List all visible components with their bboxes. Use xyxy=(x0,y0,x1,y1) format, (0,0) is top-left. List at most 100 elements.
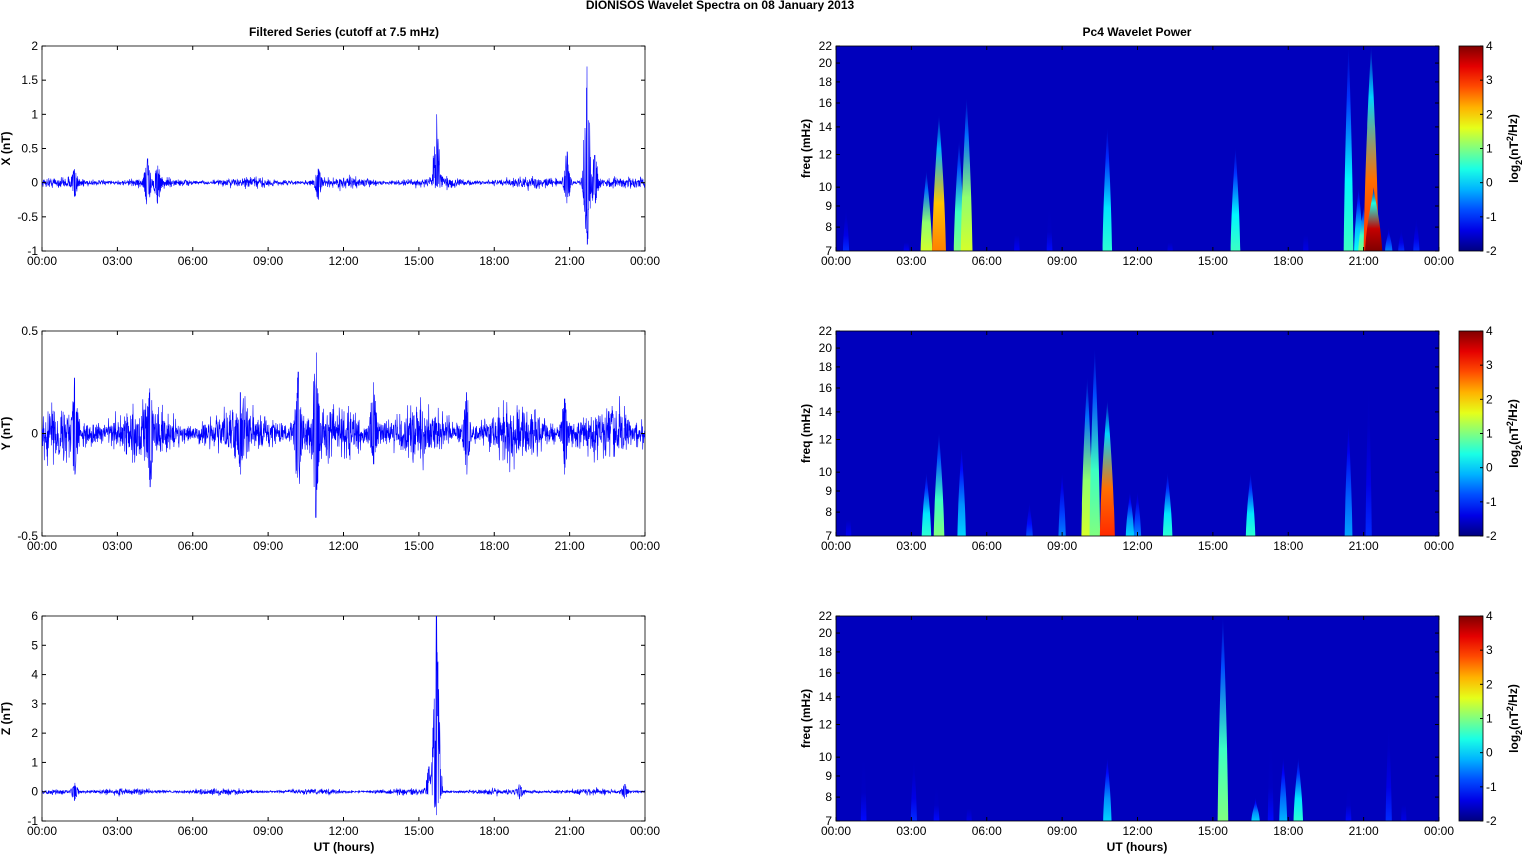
ytick-label: 0 xyxy=(31,427,38,441)
series-xtick-label: 21:00 xyxy=(555,539,585,553)
ytick-label: 10 xyxy=(819,750,833,764)
colorbar xyxy=(1458,615,1484,822)
spectrum-panel-1: 78910121416182022freq (mHz)00:00 03:00 06:… xyxy=(799,39,1524,268)
spectrum-xtick-label: 21:00 xyxy=(1349,254,1379,268)
series-ylabel: Y (nT) xyxy=(0,417,13,451)
series-xtick-label: 09:00 xyxy=(253,824,283,838)
series-xtick-label: 00:00 xyxy=(27,539,57,553)
spectrum-xtick-label: 06:00 xyxy=(972,539,1002,553)
ytick-label: 8 xyxy=(825,505,832,519)
spectrum-xtick-label: 09:00 xyxy=(1047,254,1077,268)
ytick-label: 8 xyxy=(825,790,832,804)
series-xtick-label: 12:00 xyxy=(328,254,358,268)
spectrum-xtick-label: 15:00 xyxy=(1198,824,1228,838)
ytick-label: 14 xyxy=(819,120,833,134)
ytick-label: 22 xyxy=(819,324,833,338)
ytick-label: 18 xyxy=(819,360,833,374)
ytick-label: 20 xyxy=(819,626,833,640)
series-xtick-label: 00:00 xyxy=(27,824,57,838)
spectrum-xtick-label: 21:00 xyxy=(1349,824,1379,838)
colorbar-tick-label: -1 xyxy=(1486,210,1497,224)
colorbar-tick-label: 1 xyxy=(1486,142,1493,156)
colorbar-tick-label: 0 xyxy=(1486,746,1493,760)
spectrum-ylabel: freq (mHz) xyxy=(799,689,813,748)
colorbar-tick-label: 0 xyxy=(1486,176,1493,190)
wavelet-figure: DIONISOS Wavelet Spectra on 08 January 2… xyxy=(0,0,1525,854)
ytick-label: 22 xyxy=(819,39,833,53)
spectrum-xtick-label: 12:00 xyxy=(1122,254,1152,268)
series-xtick-label: 18:00 xyxy=(479,539,509,553)
series-xtick-label: 06:00 xyxy=(178,539,208,553)
colorbar xyxy=(1458,330,1484,537)
ytick-label: -0.5 xyxy=(17,210,38,224)
ytick-label: 20 xyxy=(819,56,833,70)
ytick-label: 5 xyxy=(31,638,38,652)
colorbar-tick-label: 4 xyxy=(1486,39,1493,53)
spectrum-xtick-label: 21:00 xyxy=(1349,539,1379,553)
spectrum-xtick-label: 06:00 xyxy=(972,824,1002,838)
series-panel-y: -0.500.5Y (nT)00:00 03:00 06:00 09:00 12:00 1… xyxy=(0,324,660,553)
spectrum-xtick-label: 15:00 xyxy=(1198,539,1228,553)
colorbar xyxy=(1458,45,1484,252)
ytick-label: 9 xyxy=(825,484,832,498)
left-xlabel: UT (hours) xyxy=(314,840,375,854)
series-xtick-label: 06:00 xyxy=(178,824,208,838)
figure-title: DIONISOS Wavelet Spectra on 08 January 2… xyxy=(586,0,855,12)
ytick-label: 12 xyxy=(819,433,833,447)
ytick-label: 14 xyxy=(819,690,833,704)
ytick-label: 20 xyxy=(819,341,833,355)
series-xtick-label: 03:00 xyxy=(102,254,132,268)
spectrum-xtick-label: 18:00 xyxy=(1273,539,1303,553)
series-panel-x: -1-0.500.511.52X (nT)00:00 03:00 06:00 09:0… xyxy=(0,39,660,268)
spectrum-xtick-label: 00:00 xyxy=(821,254,851,268)
spectrum-xtick-label: 00:00 xyxy=(821,539,851,553)
spectrum-ylabel: freq (mHz) xyxy=(799,119,813,178)
ytick-label: 0 xyxy=(31,785,38,799)
series-panel-z: -10123456Z (nT)00:00 03:00 06:00 09:00 12:00… xyxy=(0,609,660,838)
spectrum-panel-3: 78910121416182022freq (mHz)00:00 03:00 06:… xyxy=(799,609,1524,838)
colorbar-tick-label: -1 xyxy=(1486,495,1497,509)
series-xtick-label: 09:00 xyxy=(253,254,283,268)
colorbar-label: log2(nT2/Hz) xyxy=(1505,114,1524,183)
ytick-label: 1.5 xyxy=(21,73,38,87)
ytick-label: 0.5 xyxy=(21,324,38,338)
right-column-title: Pc4 Wavelet Power xyxy=(1083,25,1192,39)
colorbar-tick-label: -2 xyxy=(1486,244,1497,258)
colorbar-label: log2(nT2/Hz) xyxy=(1505,399,1524,468)
ytick-label: 10 xyxy=(819,465,833,479)
series-xtick-label: 03:00 xyxy=(102,824,132,838)
series-ylabel: Z (nT) xyxy=(0,702,13,735)
ytick-label: 10 xyxy=(819,180,833,194)
spectrum-xtick-label: 18:00 xyxy=(1273,824,1303,838)
spectrum-xtick-label: 09:00 xyxy=(1047,539,1077,553)
spectrum-xtick-label: 12:00 xyxy=(1122,539,1152,553)
ytick-label: 18 xyxy=(819,75,833,89)
colorbar-tick-label: 2 xyxy=(1486,392,1493,406)
colorbar-tick-label: 4 xyxy=(1486,324,1493,338)
spectrum-xtick-label: 12:00 xyxy=(1122,824,1152,838)
ytick-label: 18 xyxy=(819,645,833,659)
series-xtick-label: 15:00 xyxy=(404,824,434,838)
spectrum-ylabel: freq (mHz) xyxy=(799,404,813,463)
ytick-label: 3 xyxy=(31,697,38,711)
axes-box xyxy=(41,45,646,252)
series-xtick-label: 00:00 xyxy=(630,254,660,268)
spectrum-xtick-label: 03:00 xyxy=(896,254,926,268)
colorbar-tick-label: 1 xyxy=(1486,712,1493,726)
spectrum-xtick-label: 06:00 xyxy=(972,254,1002,268)
ytick-label: 0 xyxy=(31,176,38,190)
ytick-label: 22 xyxy=(819,609,833,623)
spectrum-xtick-label: 09:00 xyxy=(1047,824,1077,838)
ytick-label: 8 xyxy=(825,220,832,234)
spectrum-xtick-label: 00:00 xyxy=(1424,539,1454,553)
ytick-label: 1 xyxy=(31,755,38,769)
series-xtick-label: 00:00 xyxy=(27,254,57,268)
ytick-label: 9 xyxy=(825,199,832,213)
right-xlabel: UT (hours) xyxy=(1107,840,1168,854)
colorbar-tick-label: 1 xyxy=(1486,427,1493,441)
series-xtick-label: 21:00 xyxy=(555,824,585,838)
ytick-label: 4 xyxy=(31,668,38,682)
series-xtick-label: 21:00 xyxy=(555,254,585,268)
spectrum-xtick-label: 03:00 xyxy=(896,539,926,553)
series-xtick-label: 09:00 xyxy=(253,539,283,553)
